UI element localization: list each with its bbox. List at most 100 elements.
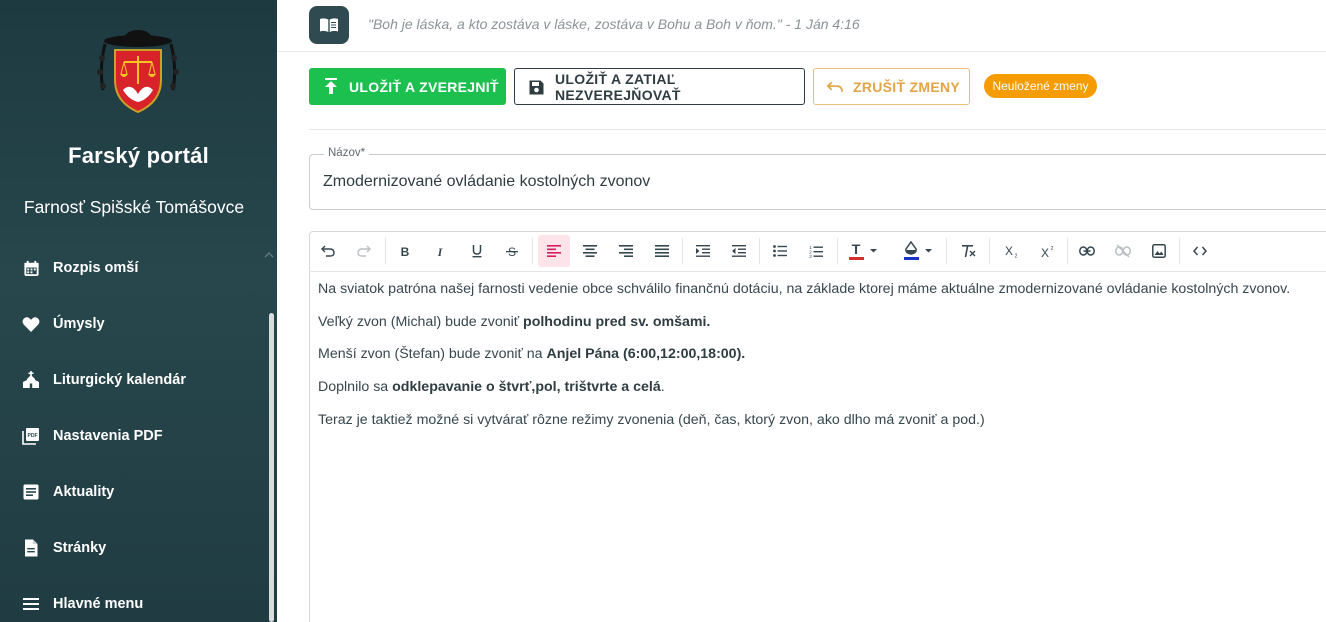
paragraph-text: Na sviatok patróna našej farnosti vedeni… <box>318 281 1291 297</box>
editor-paragraph: Veľký zvon (Michal) bude zvoniť polhodin… <box>318 313 710 331</box>
paragraph-text: Menší zvon (Štefan) bude zvoniť na <box>318 346 547 362</box>
sidebar-item-label: Rozpis omší <box>53 260 139 276</box>
sidebar-item-rozpis-omsi[interactable]: Rozpis omší <box>0 240 268 296</box>
svg-text:2: 2 <box>1015 253 1018 258</box>
unsaved-changes-badge: Neuložené zmeny <box>984 74 1097 98</box>
italic-button[interactable]: I <box>426 235 454 267</box>
sidebar-item-label: Stránky <box>53 540 107 556</box>
floppy-disk-icon <box>528 79 544 95</box>
underline-icon <box>472 245 482 258</box>
editor-paragraph: Na sviatok patróna našej farnosti vedeni… <box>318 280 1290 298</box>
align-right-button[interactable] <box>612 235 640 267</box>
align-justify-button[interactable] <box>648 235 676 267</box>
text-color-button[interactable]: T <box>844 235 884 267</box>
pdf-icon: PDF <box>22 427 40 445</box>
superscript-icon: X2 <box>1041 246 1054 258</box>
open-book-icon <box>320 18 338 32</box>
link-button[interactable] <box>1073 235 1101 267</box>
heart-icon <box>22 315 40 333</box>
toolbar-separator <box>682 238 683 264</box>
toolbar-separator <box>1179 238 1180 264</box>
paragraph-text: Veľký zvon (Michal) bude zvoniť <box>318 314 524 330</box>
redo-button[interactable] <box>350 235 378 267</box>
save-without-publishing-label: ULOŽIŤ A ZATIAĽ NEZVEREJŇOVAŤ <box>555 70 681 103</box>
undo-icon <box>321 245 335 257</box>
align-left-button[interactable] <box>538 235 570 267</box>
sidebar-item-liturgicky-kalendar[interactable]: Liturgický kalendár <box>0 352 268 408</box>
align-center-button[interactable] <box>576 235 604 267</box>
sidebar-item-label: Úmysly <box>53 316 105 332</box>
parish-coat-of-arms-logo <box>97 30 179 114</box>
bold-icon: B <box>401 245 410 257</box>
svg-text:PDF: PDF <box>28 433 38 439</box>
save-and-publish-label: ULOŽIŤ A ZVEREJNIŤ <box>349 78 499 95</box>
book-icon-button[interactable] <box>309 6 349 44</box>
indent-button[interactable] <box>689 235 717 267</box>
toolbar-separator <box>1067 238 1068 264</box>
source-code-button[interactable] <box>1186 235 1214 267</box>
unlink-icon <box>1115 244 1131 258</box>
sidebar-scrollbar[interactable] <box>269 313 274 622</box>
bold-button[interactable]: B <box>391 235 419 267</box>
sidebar: Farský portál Farnosť Spišské Tomášovce … <box>0 0 277 622</box>
toolbar-separator <box>946 238 947 264</box>
underline-button[interactable] <box>463 235 491 267</box>
highlight-color-button[interactable] <box>899 235 939 267</box>
redo-icon <box>357 245 371 257</box>
title-field-label: Názov* <box>324 147 370 159</box>
editor-paragraph: Doplnilo sa odklepavanie o štvrť,pol, tr… <box>318 378 665 396</box>
bullet-list-button[interactable] <box>766 235 794 267</box>
paragraph-bold-text: Anjel Pána (6:00,12:00,18:00). <box>546 346 746 362</box>
sidebar-item-umysly[interactable]: Úmysly <box>0 296 268 352</box>
upload-icon <box>323 78 339 94</box>
clear-format-button[interactable] <box>954 235 982 267</box>
menu-icon <box>22 595 40 613</box>
sidebar-item-aktuality[interactable]: Aktuality <box>0 464 268 520</box>
strikethrough-button[interactable]: S <box>498 235 526 267</box>
save-and-publish-button[interactable]: ULOŽIŤ A ZVEREJNIŤ <box>309 68 506 105</box>
paragraph-text: Teraz je taktiež možné si vytvárať rôzne… <box>318 412 985 428</box>
title-input[interactable] <box>323 173 1303 191</box>
portal-title: Farský portál <box>68 143 209 168</box>
unlink-button[interactable] <box>1109 235 1137 267</box>
align-left-icon <box>547 245 561 257</box>
article-icon <box>22 483 40 501</box>
sidebar-item-label: Liturgický kalendár <box>53 372 186 388</box>
toolbar-separator <box>837 238 838 264</box>
actions-divider <box>309 129 1326 130</box>
save-without-publishing-button[interactable]: ULOŽIŤ A ZATIAĽ NEZVEREJŇOVAŤ <box>514 68 805 105</box>
header-divider <box>277 51 1326 52</box>
discard-changes-button[interactable]: ZRUŠIŤ ZMENY <box>813 68 970 105</box>
bullet-list-icon <box>773 245 787 257</box>
align-center-icon <box>583 245 597 257</box>
indent-icon <box>696 245 710 257</box>
editor-paragraph: Teraz je taktiež možné si vytvárať rôzne… <box>318 411 985 429</box>
superscript-button[interactable]: X2 <box>1033 235 1061 267</box>
toolbar-separator <box>385 238 386 264</box>
subscript-button[interactable]: X2 <box>997 235 1025 267</box>
toolbar-separator <box>532 238 533 264</box>
discard-changes-label: ZRUŠIŤ ZMENY <box>853 78 961 95</box>
text-color-icon: T <box>849 241 877 260</box>
numbered-list-button[interactable]: 123 <box>802 235 830 267</box>
sidebar-item-stranky[interactable]: Stránky <box>0 520 268 576</box>
undo-button[interactable] <box>314 235 342 267</box>
calendar-icon <box>22 259 40 277</box>
code-icon <box>1193 246 1207 256</box>
toolbar-separator <box>759 238 760 264</box>
outdent-button[interactable] <box>725 235 753 267</box>
paragraph-bold-text: polhodinu pred sv. omšami. <box>523 314 711 330</box>
svg-text:X: X <box>1041 246 1049 258</box>
highlight-color-icon <box>904 241 932 260</box>
align-justify-icon <box>655 245 669 257</box>
link-icon <box>1079 246 1095 256</box>
align-right-icon <box>619 245 633 257</box>
sidebar-item-label: Aktuality <box>53 484 115 500</box>
undo-arrow-icon <box>827 79 843 95</box>
numbered-list-icon: 123 <box>809 245 823 258</box>
sidebar-item-hlavne-menu[interactable]: Hlavné menu <box>0 576 268 622</box>
insert-image-button[interactable] <box>1145 235 1173 267</box>
sidebar-item-nastavenia-pdf[interactable]: PDF Nastavenia PDF <box>0 408 268 464</box>
svg-text:2: 2 <box>1051 246 1054 252</box>
page-icon <box>22 539 40 557</box>
